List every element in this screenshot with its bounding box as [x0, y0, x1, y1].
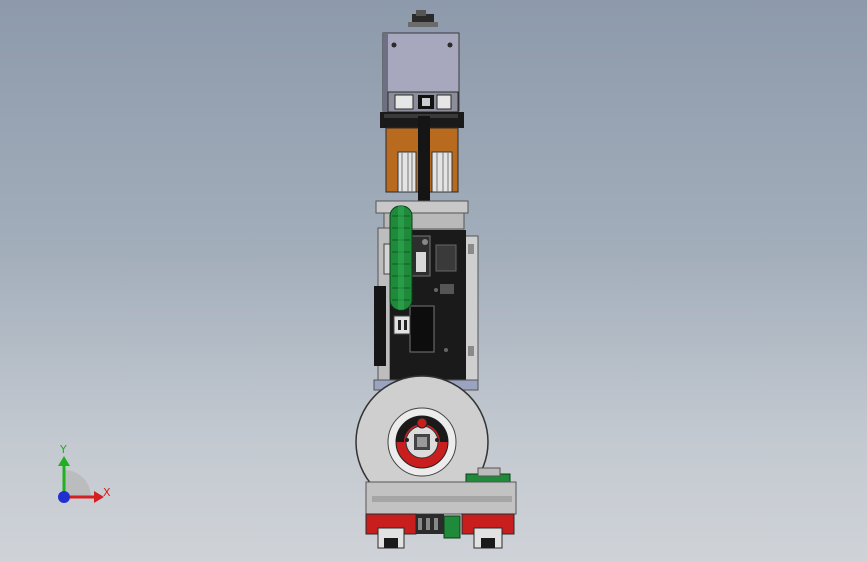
motor-housing [382, 32, 460, 113]
copper-bracket [385, 116, 459, 212]
motor-top-connector [408, 10, 438, 27]
coordinate-triad [58, 456, 104, 503]
left-rail-block [365, 513, 417, 549]
y-axis-label: Y [60, 443, 67, 456]
z-axis-dot [58, 491, 70, 503]
right-rail-block [461, 513, 515, 549]
cad-viewport[interactable]: Y X [0, 0, 867, 562]
mechanism-assembly-model[interactable] [0, 0, 867, 562]
left-side-frame [374, 227, 393, 389]
y-axis-arrow [58, 456, 70, 466]
green-gear [389, 205, 413, 311]
x-axis-label: X [103, 486, 111, 499]
